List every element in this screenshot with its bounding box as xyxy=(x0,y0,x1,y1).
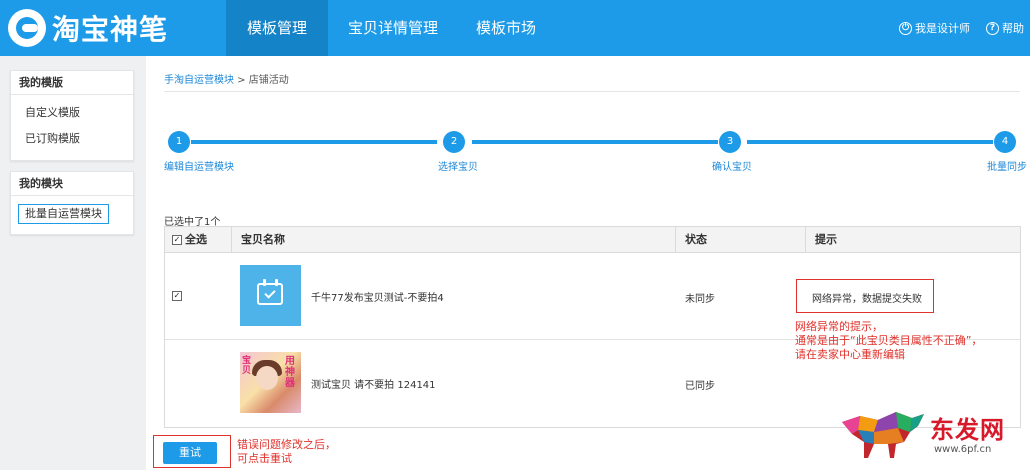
error-annotation: 网络异常的提示， 通常是由于“此宝贝类目属性不正确”， 请在卖家中心重新编辑 xyxy=(795,320,983,361)
header-links: ⏻ 我是设计师 ? 帮助 xyxy=(883,0,1024,56)
item-status: 未同步 xyxy=(685,294,715,305)
header-hint: 提示 xyxy=(815,233,837,246)
step-connector xyxy=(191,140,437,144)
error-highlight-box xyxy=(796,279,934,313)
watermark: 东发网 www.6pf.cn xyxy=(838,404,1028,468)
retry-button[interactable]: 重试 xyxy=(163,442,217,464)
product-photo: 用神器 宝贝 xyxy=(240,352,301,413)
column-divider xyxy=(805,227,806,253)
item-name[interactable]: 千牛77发布宝贝测试-不要拍4 xyxy=(311,289,444,304)
header-select-all: 全选 xyxy=(185,233,207,246)
logo-text: 淘宝神笔 xyxy=(52,13,169,46)
select-all-checkbox[interactable]: ✓ xyxy=(172,235,182,245)
batch-module-button[interactable]: 批量自运营模块 xyxy=(18,204,109,224)
calendar-check-icon xyxy=(240,265,301,326)
power-icon: ⏻ xyxy=(899,21,912,35)
sidebar: 我的模版 自定义模版 已订购模版 我的模块 批量自运营模块 xyxy=(0,56,146,470)
watermark-text: 东发网 xyxy=(930,415,1005,444)
retry-annotation: 错误问题修改之后， 可点击重试 xyxy=(237,438,336,465)
tab-item-detail-management[interactable]: 宝贝详情管理 xyxy=(328,0,458,56)
divider xyxy=(164,91,1020,92)
my-modules-panel: 我的模块 批量自运营模块 xyxy=(10,171,134,235)
watermark-url: www.6pf.cn xyxy=(934,444,992,455)
tab-template-market[interactable]: 模板市场 xyxy=(458,0,554,56)
breadcrumb-current: 店铺活动 xyxy=(248,75,289,86)
my-modules-title: 我的模块 xyxy=(11,172,133,196)
column-divider xyxy=(231,227,232,253)
header-item-name: 宝贝名称 xyxy=(241,233,285,246)
step-1-circle: 1 xyxy=(168,131,190,153)
logo-mark-icon xyxy=(8,9,46,47)
step-2-label: 选择宝贝 xyxy=(438,162,478,173)
question-icon: ? xyxy=(986,21,999,35)
step-2-circle: 2 xyxy=(443,131,465,153)
breadcrumb-separator: > xyxy=(234,75,249,86)
breadcrumb-parent-link[interactable]: 手淘自运营模块 xyxy=(164,75,234,86)
sidebar-item-purchased-templates[interactable]: 已订购模版 xyxy=(11,126,133,152)
table-header: ✓ 全选 宝贝名称 状态 提示 xyxy=(165,227,1020,253)
bull-logo-icon xyxy=(842,412,924,458)
step-3-label: 确认宝贝 xyxy=(712,162,752,173)
my-templates-title: 我的模版 xyxy=(11,71,133,95)
column-divider xyxy=(675,227,676,253)
step-1-label: 编辑自运营模块 xyxy=(164,162,234,173)
tab-template-management[interactable]: 模板管理 xyxy=(226,0,328,56)
my-templates-panel: 我的模版 自定义模版 已订购模版 xyxy=(10,70,134,161)
row-checkbox[interactable]: ✓ xyxy=(172,291,182,301)
help-label: 帮助 xyxy=(1002,22,1024,35)
header-status: 状态 xyxy=(685,233,707,246)
help-link[interactable]: ? 帮助 xyxy=(986,20,1024,36)
step-3-circle: 3 xyxy=(719,131,741,153)
main-nav: 模板管理 宝贝详情管理 模板市场 xyxy=(226,0,554,56)
step-4-circle: 4 xyxy=(994,131,1016,153)
step-connector xyxy=(747,140,993,144)
designer-label: 我是设计师 xyxy=(915,22,970,35)
logo[interactable]: 淘宝神笔 xyxy=(8,8,168,48)
step-connector xyxy=(472,140,718,144)
breadcrumb: 手淘自运营模块 > 店铺活动 xyxy=(164,71,289,86)
item-name[interactable]: 测试宝贝 请不要拍 124141 xyxy=(311,376,436,391)
sidebar-item-custom-templates[interactable]: 自定义模版 xyxy=(11,100,133,126)
top-header: 淘宝神笔 模板管理 宝贝详情管理 模板市场 ⏻ 我是设计师 ? 帮助 xyxy=(0,0,1030,56)
item-status: 已同步 xyxy=(685,381,715,392)
step-4-label: 批量同步 xyxy=(987,162,1027,173)
designer-link[interactable]: ⏻ 我是设计师 xyxy=(899,20,970,36)
